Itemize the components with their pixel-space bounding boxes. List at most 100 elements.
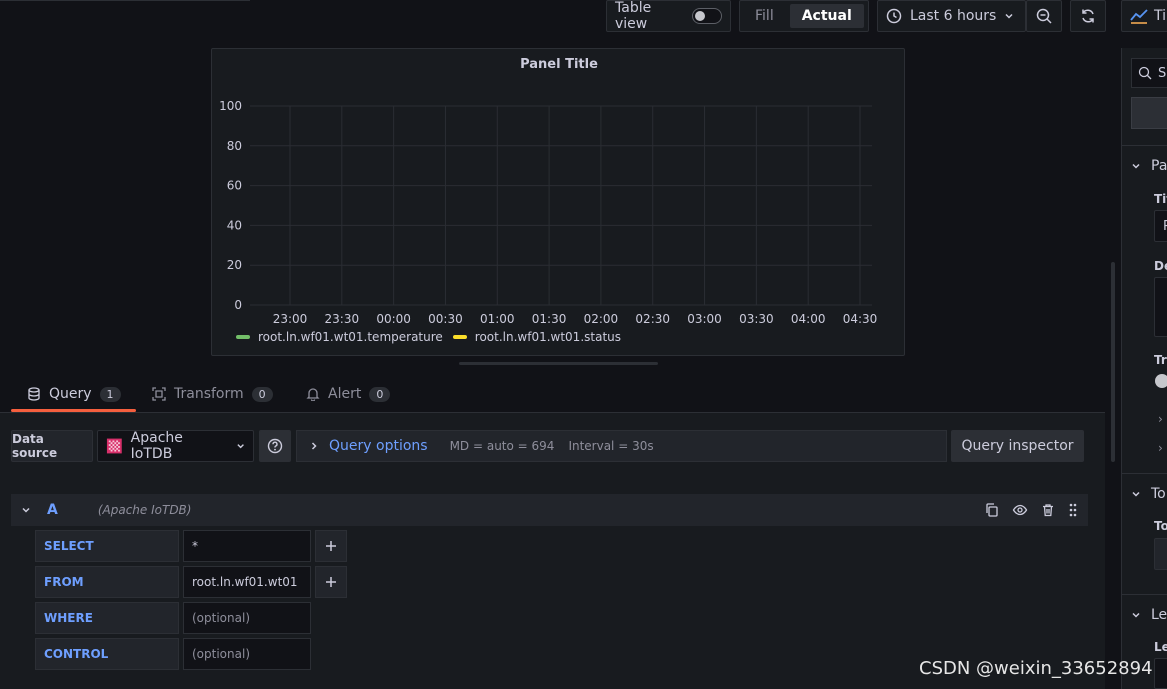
options-search-text: S — [1158, 65, 1167, 81]
drag-handle-icon[interactable] — [1068, 502, 1078, 518]
from-add-button[interactable] — [315, 566, 347, 598]
legend-swatch — [452, 335, 467, 339]
max-data-points: MD = auto = 694 — [449, 439, 555, 453]
time-range-label: Last 6 hours — [910, 8, 997, 24]
table-view-switch[interactable] — [691, 8, 722, 24]
from-label: FROM — [35, 566, 179, 598]
query-datasource-hint: (Apache IoTDB) — [97, 503, 192, 517]
tab-alert-label: Alert — [328, 386, 362, 402]
query-options-label: Query options — [329, 438, 428, 454]
chevron-down-icon — [1132, 612, 1140, 618]
tab-transform-label: Transform — [174, 386, 244, 402]
title-option-input[interactable]: P — [1154, 210, 1167, 242]
options-search-input[interactable]: S — [1131, 58, 1167, 88]
search-icon — [1138, 66, 1152, 80]
time-range-picker[interactable]: Last 6 hours — [877, 0, 1026, 32]
where-field[interactable]: (optional) — [183, 602, 311, 634]
tooltip-option-label: To — [1154, 519, 1167, 533]
legend-option-label: Le — [1154, 640, 1167, 654]
x-tick-label: 23:00 — [273, 312, 308, 326]
legend-mode-group[interactable] — [1154, 658, 1167, 689]
options-tab-group[interactable] — [1131, 97, 1167, 129]
y-tick-label: 0 — [234, 298, 242, 312]
x-tick-label: 04:00 — [791, 312, 826, 326]
y-tick-label: 80 — [227, 139, 242, 153]
tab-query-label: Query — [49, 386, 92, 402]
collapse-chevron-icon[interactable] — [21, 505, 31, 515]
legend-item-temperature[interactable]: root.ln.wf01.wt01.temperature — [236, 330, 443, 344]
legend-item-status[interactable]: root.ln.wf01.wt01.status — [452, 330, 622, 344]
options-section-tooltip[interactable]: To — [1121, 473, 1167, 513]
x-tick-label: 01:30 — [532, 312, 567, 326]
refresh-icon — [1082, 9, 1094, 23]
description-option-input[interactable] — [1154, 277, 1167, 337]
plus-icon — [326, 577, 336, 587]
title-option-label: Tit — [1154, 192, 1167, 206]
zoom-out-icon — [1036, 8, 1052, 24]
query-ref-id[interactable]: A — [47, 502, 58, 518]
chevron-down-icon — [1132, 491, 1140, 497]
x-tick-label: 04:30 — [843, 312, 878, 326]
tab-query-count: 1 — [99, 386, 121, 402]
clock-icon — [886, 8, 902, 24]
tooltip-mode-group[interactable] — [1154, 538, 1167, 570]
chart-canvas: 0 20 40 60 80 100 23:00 23:30 00:00 00:30 01:00 01:… — [219, 99, 878, 326]
x-tick-label: 03:30 — [739, 312, 774, 326]
question-circle-icon — [267, 438, 283, 454]
chevron-right-icon[interactable]: › — [1158, 441, 1163, 455]
options-section-legend[interactable]: Le — [1121, 594, 1167, 634]
legend-swatch — [236, 335, 250, 339]
from-field[interactable]: root.ln.wf01.wt01 — [183, 566, 311, 598]
eye-icon[interactable] — [1012, 502, 1028, 518]
panel-title[interactable]: Panel Title — [212, 57, 906, 72]
options-section-label: Pa — [1151, 157, 1167, 174]
x-tick-label: 00:30 — [428, 312, 463, 326]
actual-button[interactable]: Actual — [789, 4, 864, 28]
query-options-bar[interactable]: Query options MD = auto = 694 Interval =… — [296, 430, 947, 462]
datasource-name: Apache IoTDB — [130, 430, 183, 462]
select-field[interactable]: * — [183, 530, 311, 562]
table-view-label: Table view — [615, 0, 652, 32]
y-tick-label: 100 — [219, 99, 242, 113]
zoom-out-button[interactable] — [1026, 0, 1062, 32]
editor-scrollbar[interactable] — [1111, 262, 1115, 462]
transparent-switch[interactable] — [1155, 374, 1167, 388]
fill-actual-toggle: Fill Actual — [739, 0, 869, 32]
refresh-button[interactable] — [1070, 0, 1106, 32]
tab-alert[interactable]: Alert 0 — [306, 376, 391, 412]
control-field[interactable]: (optional) — [183, 638, 311, 670]
datasource-help-button[interactable] — [259, 430, 291, 462]
fill-button[interactable]: Fill — [743, 4, 786, 28]
datasource-label: Data source — [11, 430, 93, 462]
chevron-right-icon[interactable]: › — [1158, 412, 1163, 426]
select-add-button[interactable] — [315, 530, 347, 562]
legend-label: root.ln.wf01.wt01.status — [474, 330, 622, 344]
database-icon — [28, 387, 40, 401]
x-tick-label: 23:30 — [325, 312, 360, 326]
datasource-picker[interactable]: Apache IoTDB — [97, 430, 254, 462]
duplicate-icon[interactable] — [984, 502, 1000, 518]
visualization-label: Ti — [1154, 8, 1167, 24]
y-tick-label: 20 — [227, 258, 242, 272]
description-option-label: De — [1154, 259, 1167, 273]
pane-splitter[interactable] — [459, 362, 658, 365]
where-label: WHERE — [35, 602, 179, 634]
query-inspector-button[interactable]: Query inspector — [951, 430, 1084, 462]
tab-query[interactable]: Query 1 — [11, 376, 136, 412]
interval-value: Interval = 30s — [568, 439, 654, 453]
x-tick-label: 02:00 — [584, 312, 619, 326]
options-section-panel[interactable]: Pa — [1121, 145, 1167, 185]
y-tick-label: 60 — [227, 179, 242, 193]
tab-transform[interactable]: Transform 0 — [152, 376, 273, 412]
transform-icon — [152, 387, 166, 401]
table-view-toggle[interactable]: Table view — [606, 0, 731, 32]
chevron-down-icon — [237, 444, 244, 449]
tab-alert-count: 0 — [369, 386, 391, 402]
options-section-label: To — [1151, 485, 1166, 502]
control-label: CONTROL — [35, 638, 179, 670]
visualization-picker[interactable]: Ti — [1121, 0, 1167, 32]
bell-icon — [306, 388, 320, 401]
x-tick-label: 03:00 — [687, 312, 722, 326]
x-tick-label: 02:30 — [635, 312, 670, 326]
trash-icon[interactable] — [1040, 502, 1056, 518]
